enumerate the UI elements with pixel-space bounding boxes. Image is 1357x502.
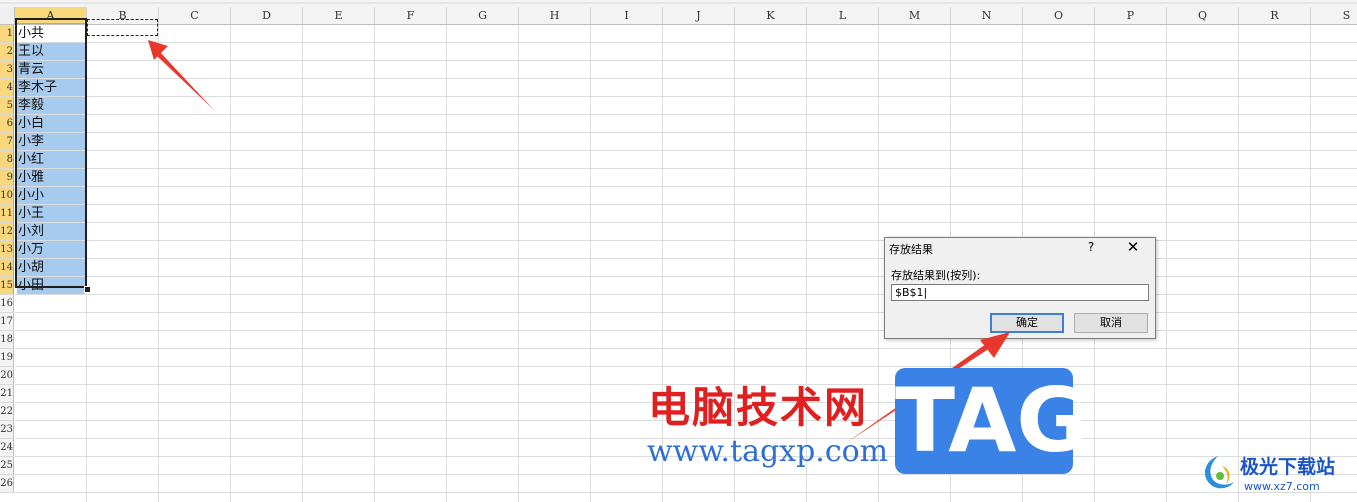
column-header-d[interactable]: D [231, 7, 303, 24]
column-header-p[interactable]: P [1095, 7, 1167, 24]
row-header[interactable]: 18 [0, 331, 14, 349]
column-header-r[interactable]: R [1239, 7, 1311, 24]
row-header[interactable]: 4 [0, 79, 14, 97]
cancel-button[interactable]: 取消 [1074, 313, 1148, 333]
column-header-m[interactable]: M [879, 7, 951, 24]
column-header-o[interactable]: O [1023, 7, 1095, 24]
row-header[interactable]: 22 [0, 403, 14, 421]
help-button[interactable]: ? [1083, 240, 1099, 254]
column-header-j[interactable]: J [663, 7, 735, 24]
row-header[interactable]: 21 [0, 385, 14, 403]
column-header-n[interactable]: N [951, 7, 1023, 24]
formula-bar-edge [0, 2, 1357, 4]
column-header-c[interactable]: C [159, 7, 231, 24]
column-headers: ABCDEFGHIJKLMNOPQRS [0, 7, 1357, 25]
row-header[interactable]: 14 [0, 259, 14, 277]
brand-name: 极光下载站 [1240, 456, 1336, 478]
brand-swirl-icon [1204, 456, 1234, 489]
row-header[interactable]: 26 [0, 475, 14, 493]
row-header[interactable]: 5 [0, 97, 14, 115]
column-header-h[interactable]: H [519, 7, 591, 24]
column-header-q[interactable]: Q [1167, 7, 1239, 24]
row-header[interactable]: 9 [0, 169, 14, 187]
watermark-tag-logo: TAG [895, 368, 1089, 474]
row-header[interactable]: 10 [0, 187, 14, 205]
dialog-title: 存放结果 [889, 243, 933, 256]
row-header[interactable]: 8 [0, 151, 14, 169]
column-header-f[interactable]: F [375, 7, 447, 24]
brand-logo: 极光下载站 www.xz7.com [1198, 450, 1353, 500]
select-all-corner[interactable] [0, 7, 15, 24]
row-header[interactable]: 16 [0, 295, 14, 313]
watermark-url: www.tagxp.com [647, 434, 889, 469]
row-header[interactable]: 3 [0, 61, 14, 79]
row-header[interactable]: 7 [0, 133, 14, 151]
row-header[interactable]: 2 [0, 43, 14, 61]
row-header[interactable]: 6 [0, 115, 14, 133]
row-header[interactable]: 13 [0, 241, 14, 259]
column-header-g[interactable]: G [447, 7, 519, 24]
column-header-l[interactable]: L [807, 7, 879, 24]
row-header[interactable]: 11 [0, 205, 14, 223]
row-header[interactable]: 25 [0, 457, 14, 475]
store-result-dialog: 存放结果 ? ✕ 存放结果到(按列): $B$1| 确定 取消 [884, 237, 1156, 339]
row-header[interactable]: 23 [0, 421, 14, 439]
red-arrow-to-cell [148, 40, 214, 110]
column-header-s[interactable]: S [1311, 7, 1357, 24]
row-header[interactable]: 20 [0, 367, 14, 385]
row-header[interactable]: 12 [0, 223, 14, 241]
row-header[interactable]: 17 [0, 313, 14, 331]
row-header[interactable]: 19 [0, 349, 14, 367]
column-header-e[interactable]: E [303, 7, 375, 24]
watermark-site-name: 电脑技术网 [648, 383, 869, 432]
column-header-k[interactable]: K [735, 7, 807, 24]
close-icon[interactable]: ✕ [1123, 238, 1143, 256]
row-header[interactable]: 1 [0, 25, 14, 43]
fill-handle[interactable] [84, 286, 91, 293]
row-header[interactable]: 24 [0, 439, 14, 457]
row-header[interactable]: 15 [0, 277, 14, 295]
dialog-field-label: 存放结果到(按列): [891, 269, 981, 282]
brand-url: www.xz7.com [1244, 480, 1320, 493]
column-header-i[interactable]: I [591, 7, 663, 24]
target-cell-input[interactable]: $B$1| [891, 284, 1149, 301]
destination-cell-marquee[interactable] [87, 19, 158, 36]
selected-range-border [15, 18, 87, 288]
